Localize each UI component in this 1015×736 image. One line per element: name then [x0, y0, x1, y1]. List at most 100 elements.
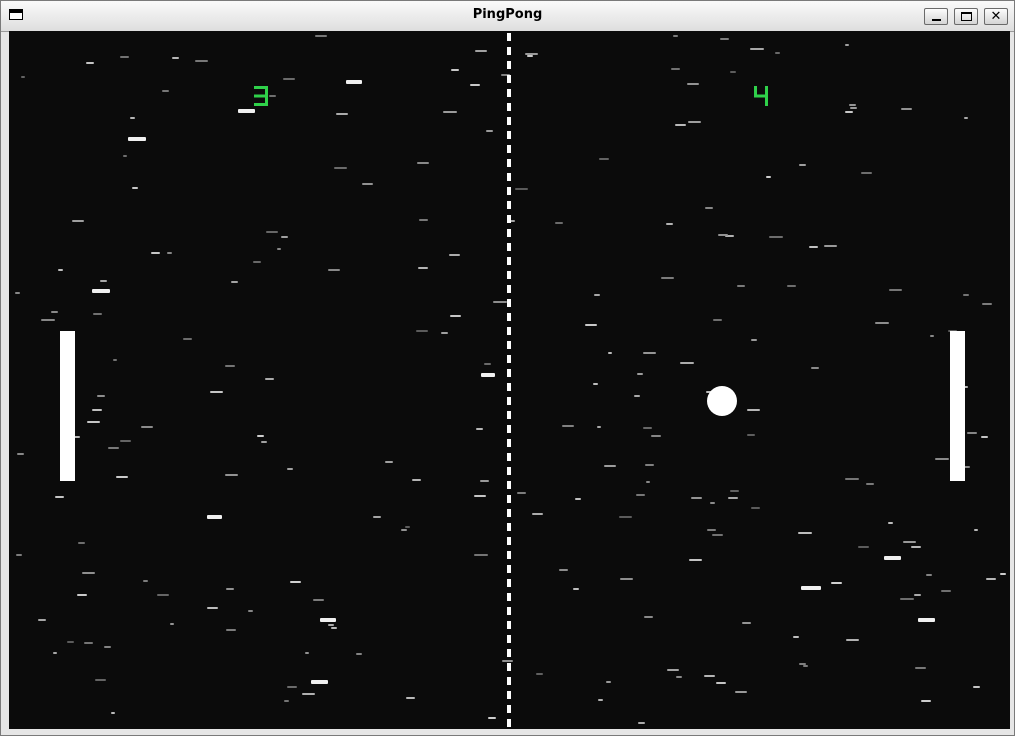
star-streak — [704, 674, 715, 677]
net-dash — [507, 341, 511, 349]
close-button[interactable]: ✕ — [984, 8, 1008, 25]
net-dash — [507, 663, 511, 671]
star-streak — [751, 507, 760, 510]
net-dash — [507, 89, 511, 97]
star-streak — [451, 68, 460, 71]
star-streak — [287, 685, 298, 688]
net-dash — [507, 229, 511, 237]
star-streak — [585, 323, 598, 326]
star-streak — [575, 498, 581, 501]
net-dash — [507, 705, 511, 713]
star-streak — [638, 722, 646, 725]
star-streak — [900, 107, 912, 110]
star-streak — [38, 618, 46, 621]
net-dash — [507, 593, 511, 601]
star-streak — [264, 378, 274, 381]
star-streak — [883, 556, 901, 561]
game-canvas[interactable] — [9, 31, 1010, 729]
star-streak — [903, 540, 916, 543]
star-streak — [443, 111, 457, 114]
star-streak — [72, 220, 84, 223]
star-streak — [290, 581, 302, 584]
star-streak — [107, 447, 120, 450]
star-streak — [253, 260, 262, 263]
star-streak — [418, 266, 428, 269]
star-streak — [985, 577, 996, 580]
star-streak — [705, 207, 714, 210]
star-streak — [712, 318, 723, 321]
star-streak — [605, 680, 612, 683]
star-streak — [642, 426, 652, 429]
star-streak — [328, 623, 335, 626]
star-streak — [633, 394, 640, 397]
star-streak — [715, 681, 727, 684]
net-dash — [507, 481, 511, 489]
star-streak — [801, 585, 822, 590]
net-dash — [507, 677, 511, 685]
star-streak — [768, 236, 783, 239]
star-streak — [92, 289, 110, 293]
net-dash — [507, 649, 511, 657]
star-streak — [207, 514, 222, 519]
title-bar[interactable]: PingPong ✕ — [1, 1, 1014, 32]
star-streak — [645, 481, 650, 484]
star-streak — [706, 529, 716, 531]
score-segment — [765, 86, 768, 96]
net-dash — [507, 453, 511, 461]
star-streak — [172, 57, 180, 60]
star-streak — [122, 154, 128, 157]
net-dash — [507, 411, 511, 419]
star-streak — [935, 457, 949, 460]
star-streak — [151, 251, 161, 254]
star-streak — [637, 373, 643, 376]
star-streak — [487, 717, 497, 720]
star-streak — [620, 577, 633, 580]
close-icon: ✕ — [990, 9, 1002, 24]
star-streak — [980, 436, 989, 439]
star-streak — [858, 546, 870, 549]
star-streak — [314, 34, 328, 37]
star-streak — [55, 496, 64, 498]
star-streak — [636, 494, 645, 497]
star-streak — [119, 439, 131, 442]
net-dash — [507, 369, 511, 377]
star-streak — [536, 672, 543, 675]
star-streak — [209, 391, 224, 394]
star-streak — [665, 223, 674, 226]
star-streak — [929, 334, 935, 337]
star-streak — [651, 435, 661, 438]
star-streak — [162, 90, 169, 93]
star-streak — [320, 618, 337, 623]
star-streak — [729, 489, 739, 492]
star-streak — [16, 553, 22, 556]
star-streak — [143, 580, 149, 583]
minimize-button[interactable] — [924, 8, 948, 25]
left-score — [254, 86, 268, 106]
star-streak — [224, 365, 236, 368]
minimize-icon — [932, 19, 941, 21]
star-streak — [484, 363, 492, 366]
star-streak — [517, 491, 526, 494]
star-streak — [248, 610, 254, 613]
net-dash — [507, 159, 511, 167]
star-streak — [672, 34, 678, 37]
star-streak — [667, 668, 679, 671]
star-streak — [14, 292, 21, 295]
star-streak — [225, 588, 235, 591]
maximize-button[interactable] — [954, 8, 978, 25]
star-streak — [849, 103, 857, 106]
star-streak — [710, 502, 715, 505]
star-streak — [284, 700, 290, 703]
star-streak — [115, 475, 129, 478]
star-streak — [99, 279, 107, 282]
net-dash — [507, 425, 511, 433]
star-streak — [734, 691, 748, 694]
left-paddle — [60, 331, 75, 481]
star-streak — [750, 338, 758, 341]
star-streak — [86, 421, 100, 424]
star-streak — [110, 711, 115, 714]
star-streak — [277, 247, 282, 250]
star-streak — [861, 171, 872, 174]
star-streak — [746, 434, 756, 437]
star-streak — [875, 321, 889, 324]
